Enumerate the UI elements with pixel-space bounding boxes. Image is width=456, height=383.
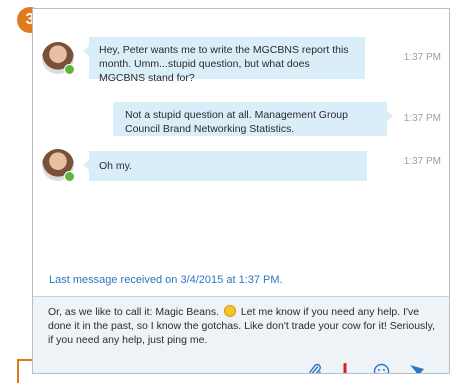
last-message-received-status: Last message received on 3/4/2015 at 1:3… <box>49 274 283 286</box>
message-input[interactable]: Or, as we like to call it: Magic Beans. … <box>48 305 442 347</box>
callout-line <box>17 359 32 361</box>
presence-available-icon <box>64 171 75 182</box>
emoticon-button[interactable] <box>371 361 391 373</box>
attach-file-button[interactable] <box>305 361 325 373</box>
message-timestamp: 1:37 PM <box>403 113 441 124</box>
exclamation-icon <box>343 363 347 373</box>
message-row: Hey, Peter wants me to write the MGCBNS … <box>33 37 449 84</box>
conversation-history[interactable]: Hey, Peter wants me to write the MGCBNS … <box>33 9 449 296</box>
presence-available-icon <box>64 64 75 75</box>
paperclip-icon <box>309 363 321 373</box>
message-bubble: Oh my. <box>83 151 367 181</box>
send-button[interactable] <box>407 361 427 373</box>
compose-area[interactable]: Or, as we like to call it: Magic Beans. … <box>33 296 449 373</box>
message-row: Oh my. 1:37 PM <box>33 147 449 185</box>
message-bubble: Not a stupid question at all. Management… <box>113 102 393 136</box>
im-conversation-window: Hey, Peter wants me to write the MGCBNS … <box>32 8 450 374</box>
callout-line <box>17 359 19 383</box>
message-bubble: Hey, Peter wants me to write the MGCBNS … <box>83 37 365 84</box>
send-icon <box>410 365 424 373</box>
message-input-text: Or, as we like to call it: Magic Beans. <box>48 306 219 318</box>
message-timestamp: 1:37 PM <box>403 156 441 167</box>
message-row: Not a stupid question at all. Management… <box>33 102 449 136</box>
message-timestamp: 1:37 PM <box>403 52 441 63</box>
high-importance-button[interactable] <box>335 361 355 373</box>
smiley-icon <box>373 363 389 373</box>
smiley-emoji-icon <box>223 305 236 317</box>
